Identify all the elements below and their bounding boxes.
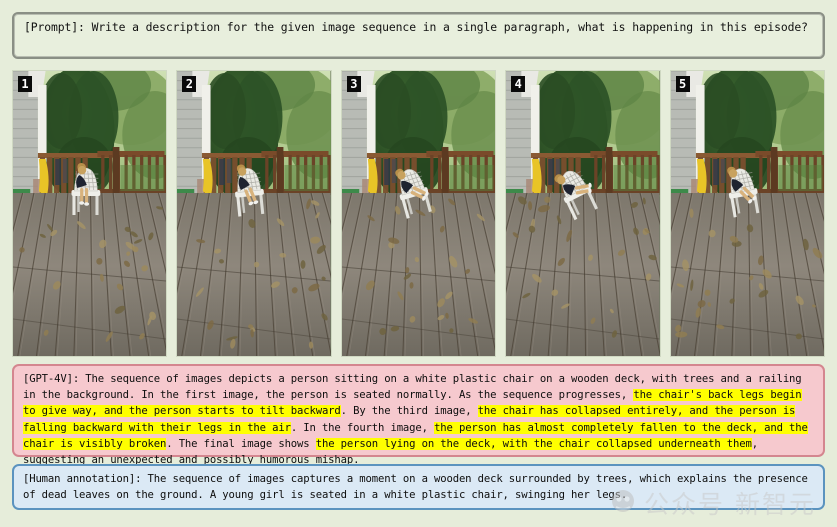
frame-number-badge: 4 (511, 76, 526, 92)
photo-scene (177, 71, 331, 356)
photo-scene (670, 71, 825, 356)
human-annotation-box: [Human annotation]: The sequence of imag… (12, 464, 825, 510)
gpt-plain-span: . In the fourth image, (290, 421, 435, 434)
image-frame-3: 3 (340, 70, 497, 357)
image-sequence-strip: 1 2 3 4 5 (12, 70, 826, 357)
prompt-box: [Prompt]: Write a description for the gi… (12, 12, 825, 59)
gpt-highlighted-span: the person lying on the deck, with the c… (315, 437, 752, 450)
gpt4v-response-box: [GPT-4V]: The sequence of images depicts… (12, 364, 825, 466)
photo-scene (506, 71, 660, 356)
frame-number-badge: 5 (675, 76, 690, 92)
human-annotation-text: [Human annotation]: The sequence of imag… (23, 473, 808, 502)
gpt4v-response-text: [GPT-4V]: The sequence of images depicts… (23, 371, 817, 468)
frame-number-badge: 3 (346, 76, 361, 92)
prompt-text: [Prompt]: Write a description for the gi… (24, 20, 808, 34)
gpt-plain-span: . The final image shows (166, 437, 316, 450)
frame-number-badge: 2 (182, 76, 197, 92)
frame-number-badge: 1 (18, 76, 32, 92)
image-frame-2: 2 (176, 70, 332, 357)
photo-scene (13, 71, 167, 356)
image-frame-1: 1 (12, 70, 168, 357)
photo-scene (341, 71, 496, 356)
image-frame-5: 5 (669, 70, 826, 357)
image-frame-4: 4 (505, 70, 661, 357)
gpt-plain-span: . By the third image, (340, 405, 478, 418)
